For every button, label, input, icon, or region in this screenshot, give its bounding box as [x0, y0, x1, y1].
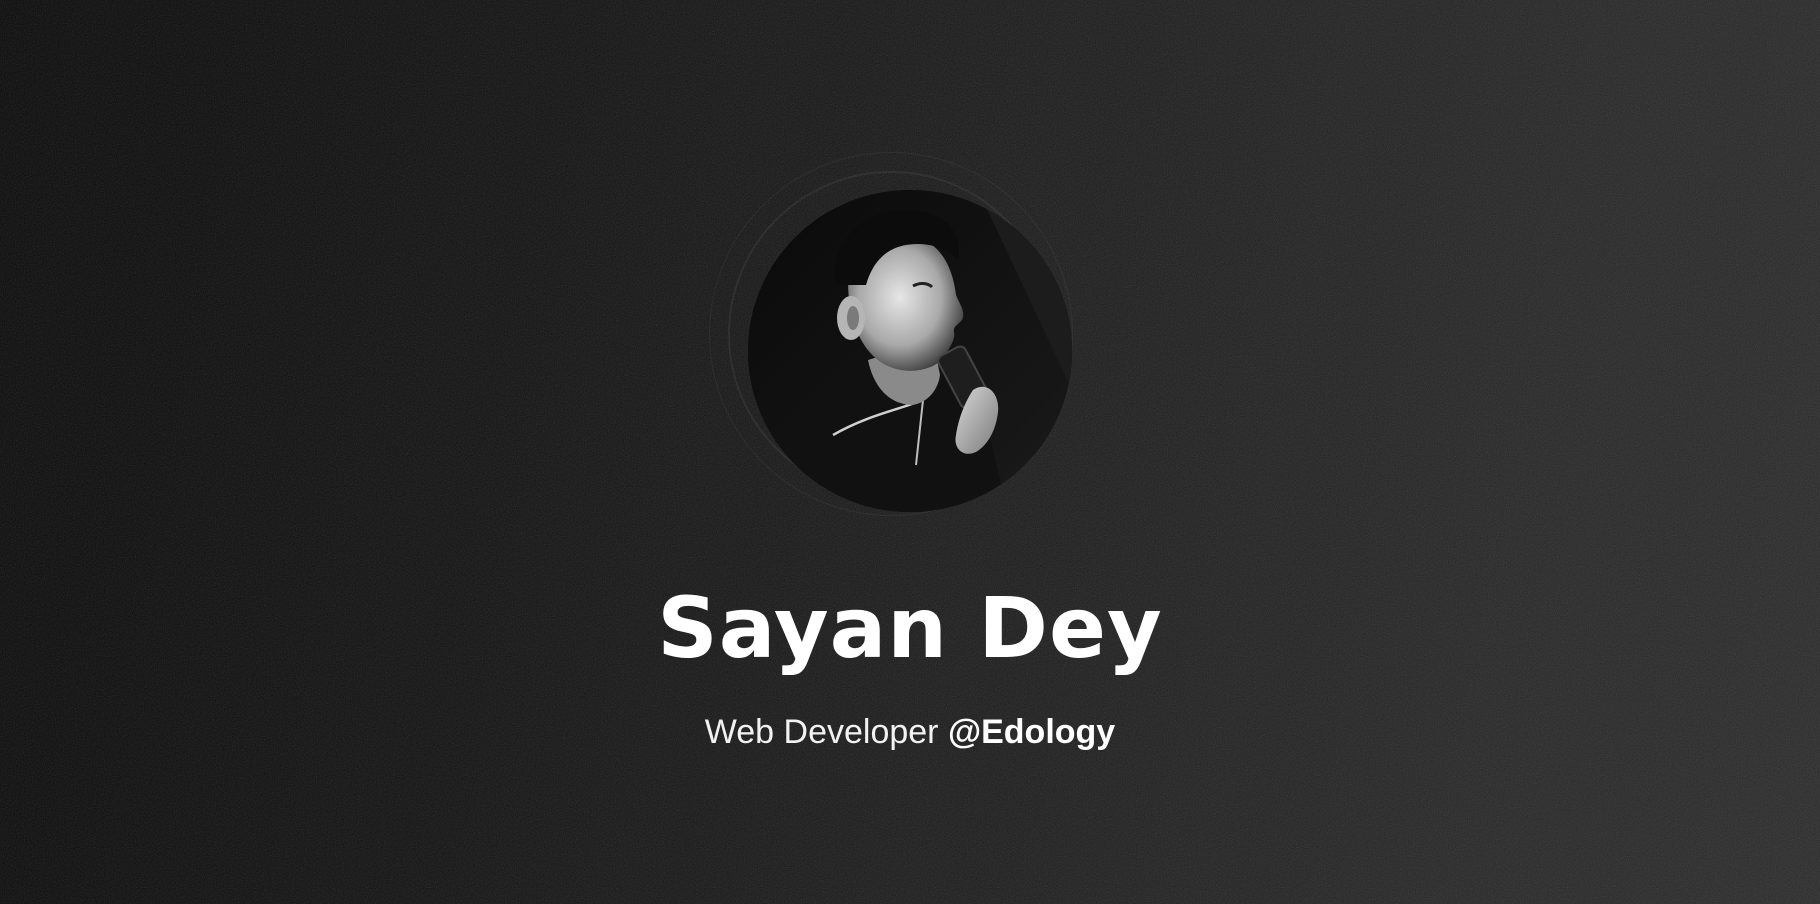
profile-tagline: Web Developer @Edology [0, 710, 1820, 754]
avatar [748, 190, 1072, 512]
profile-photo-icon [748, 190, 1072, 512]
profile-role: Web Developer [704, 713, 939, 751]
profile-name: Sayan Dey [657, 579, 1163, 677]
hero-section: Sayan Dey Web Developer @Edology [0, 0, 1820, 904]
profile-company: @Edology [947, 713, 1116, 751]
